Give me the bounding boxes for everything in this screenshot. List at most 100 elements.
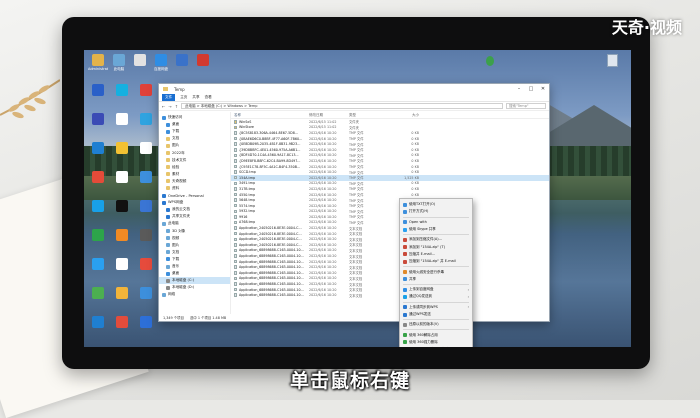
search-input[interactable]: 搜索"Temp" [506, 103, 546, 109]
nav-item[interactable]: 本地磁盘 (C:) [159, 277, 230, 285]
forward-arrow-icon[interactable]: → [168, 104, 171, 109]
desktop-app-icon[interactable] [136, 200, 156, 222]
desktop-app-icon[interactable]: 此电脑 [109, 54, 129, 76]
file-name: 5932.tmp [239, 209, 256, 214]
nav-item[interactable]: 音乐 [159, 263, 230, 270]
desktop-app-icon[interactable] [136, 142, 156, 164]
desktop-app-icon[interactable] [130, 54, 150, 76]
menu-item-icon [403, 202, 407, 207]
desktop-app-icon[interactable] [136, 316, 156, 338]
context-menu-item[interactable]: 压缩并 E-mail... [400, 251, 472, 258]
nav-item[interactable]: 网络 [159, 291, 230, 298]
nav-item[interactable]: 技术文件 [159, 157, 230, 164]
context-menu-item[interactable]: 添加到压缩文件(A)... [400, 236, 472, 243]
tab-share[interactable]: 共享 [192, 95, 199, 100]
close-button[interactable]: ✕ [537, 86, 549, 92]
desktop-app-icon[interactable] [136, 84, 156, 106]
minimize-button[interactable]: – [513, 86, 525, 92]
context-menu-item[interactable]: Open with [400, 219, 472, 226]
address-path[interactable]: 此电脑 > 本地磁盘 (C:) > Windows > Temp [181, 103, 503, 109]
desktop-app-icon[interactable] [88, 84, 108, 106]
desktop-app-icon[interactable] [136, 171, 156, 193]
file-row[interactable]: Application_68898688-C163-0004-10... 2022… [231, 292, 549, 298]
context-menu-item[interactable]: 通过WPS发送 [400, 311, 472, 318]
desktop-app-icon[interactable] [136, 258, 156, 280]
file-list: 名称 修改日期 类型 大小 WinSxS 2022/6/15 11:02 文件夹 Wi… [231, 112, 549, 314]
desktop-app-icon[interactable] [112, 316, 132, 338]
desktop-app-icon[interactable] [88, 113, 108, 135]
desktop-app-icon[interactable] [88, 316, 108, 338]
context-menu-item[interactable]: 使用 360进行木马云查杀 [400, 346, 472, 347]
nav-item[interactable]: 我的云文档 [159, 206, 230, 213]
context-menu-item[interactable]: 使用 Skype 共享 [400, 226, 472, 233]
nav-item[interactable]: 经验 [159, 164, 230, 171]
up-arrow-icon[interactable]: ↑ [175, 104, 178, 109]
nav-item[interactable]: 文档 [159, 135, 230, 142]
nav-item[interactable]: 共享文件夹 [159, 213, 230, 220]
desktop-app-icon[interactable] [88, 200, 108, 222]
tab-file[interactable]: 文件 [162, 94, 176, 101]
desktop-app-icon[interactable] [136, 113, 156, 135]
nav-item[interactable]: 桌面 [159, 121, 230, 128]
column-size[interactable]: 大小 [389, 113, 419, 118]
desktop-app-icon[interactable] [112, 84, 132, 106]
context-menu-item[interactable]: 使用 360解除占用 [400, 331, 472, 338]
column-name[interactable]: 名称 [231, 113, 309, 118]
desktop-app-icon[interactable] [112, 113, 132, 135]
tab-home[interactable]: 主页 [180, 95, 187, 100]
maximize-button[interactable]: □ [525, 86, 537, 92]
desktop-app-icon[interactable] [112, 287, 132, 309]
desktop-app-icon[interactable] [112, 171, 132, 193]
back-arrow-icon[interactable]: ← [162, 104, 165, 109]
nav-item[interactable]: 图片 [159, 142, 230, 149]
nav-item[interactable]: 桌面 [159, 270, 230, 277]
desktop-app-icon[interactable]: Administrator [88, 54, 108, 76]
desktop-app-icon[interactable]: 百度网盘 [151, 54, 171, 76]
recycle-bin-icon[interactable] [603, 54, 621, 78]
nav-item[interactable]: 快速访问 [159, 114, 230, 121]
desktop-app-icon[interactable] [112, 200, 132, 222]
desktop-app-icon[interactable] [88, 229, 108, 251]
nav-item[interactable]: WPS网盘 [159, 199, 230, 206]
desktop-app-icon[interactable] [112, 142, 132, 164]
desktop-app-icon[interactable] [193, 54, 213, 76]
nav-item[interactable]: 视频 [159, 235, 230, 242]
nav-item[interactable]: 文档 [159, 249, 230, 256]
context-menu-item[interactable]: 添加到 "154A.zip" (T) [400, 243, 472, 250]
context-menu-item[interactable]: 上传或同步到WPS › [400, 304, 472, 311]
nav-item[interactable]: 2022年 [159, 149, 230, 156]
nav-item[interactable]: 本地磁盘 (D:) [159, 284, 230, 291]
context-menu-item[interactable]: 通过QQ发送到 › [400, 293, 472, 300]
nav-item[interactable]: 素材 [159, 171, 230, 178]
context-menu-item[interactable]: 使用火绒安全进行杀毒 [400, 268, 472, 275]
file-name: {D9EE8F8-B8FC-62C4-BA99-8D497... [239, 158, 301, 163]
nav-item[interactable]: 3D 对象 [159, 228, 230, 235]
desktop-app-icon[interactable] [88, 142, 108, 164]
nav-item[interactable]: 此电脑 [159, 220, 230, 227]
desktop-app-icon[interactable] [172, 54, 192, 76]
context-menu-item[interactable]: 压缩到 "154A.zip" 并 E-mail [400, 258, 472, 265]
context-menu-item[interactable]: 打开方式(H) [400, 208, 472, 215]
desktop-app-icon[interactable] [112, 229, 132, 251]
context-menu-item[interactable]: 上传到百度网盘 › [400, 286, 472, 293]
context-menu-item[interactable]: 还原以前的版本(V) [400, 321, 472, 328]
context-menu-item[interactable]: 使用 360强力删除 [400, 339, 472, 346]
nav-item[interactable]: 图片 [159, 242, 230, 249]
desktop-app-icon[interactable] [136, 229, 156, 251]
nav-item[interactable]: 天奇视频 [159, 178, 230, 185]
desktop-app-icon[interactable] [88, 171, 108, 193]
nav-item[interactable]: 下载 [159, 128, 230, 135]
desktop-app-icon[interactable] [88, 287, 108, 309]
selection-info: 选中 1 个项目 1.48 MB [189, 316, 227, 320]
nav-item[interactable]: 下载 [159, 256, 230, 263]
desktop-app-icon[interactable] [112, 258, 132, 280]
context-menu-item[interactable]: 使用TXT打开(O) [400, 201, 472, 208]
desktop-app-icon[interactable] [88, 258, 108, 280]
tab-view[interactable]: 查看 [205, 95, 212, 100]
nav-item[interactable]: 资料 [159, 185, 230, 192]
column-date[interactable]: 修改日期 [309, 113, 349, 118]
column-type[interactable]: 类型 [349, 113, 389, 118]
desktop-app-icon[interactable] [136, 287, 156, 309]
nav-item[interactable]: OneDrive - Personal [159, 192, 230, 199]
context-menu-item[interactable]: 共享 [400, 276, 472, 283]
